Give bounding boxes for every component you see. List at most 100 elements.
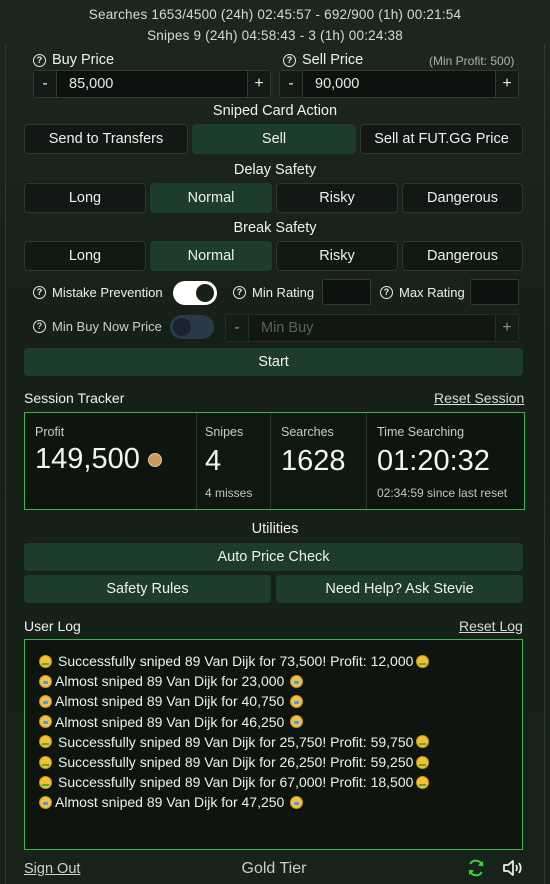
sad-face-icon [39,694,52,708]
snipes-cell: Snipes 4 4 misses [196,413,270,509]
min-rating-label: ? Min Rating [233,285,314,300]
break-long-button[interactable]: Long [24,241,146,271]
break-safety-title: Break Safety [233,220,317,236]
auto-price-check-button[interactable]: Auto Price Check [24,543,523,571]
max-rating-input[interactable] [470,279,519,305]
log-entry: Successfully sniped 89 Van Dijk for 25,7… [39,732,522,752]
money-face-icon [39,775,52,789]
help-icon[interactable]: ? [33,286,46,299]
buy-decrement-button[interactable]: - [34,71,56,97]
toggle-knob [173,318,191,336]
profit-caption: Profit [35,425,65,439]
log-entry: Successfully sniped 89 Van Dijk for 26,2… [39,752,522,772]
searches-cell: Searches 1628 [270,413,366,509]
utilities-title: Utilities [251,521,299,537]
sad-face-icon [39,795,52,809]
sell-increment-button[interactable]: + [496,71,518,97]
buy-price-stepper: - 85,000 + [33,70,271,98]
snipes-caption: Snipes [205,425,244,439]
sell-price-stepper: - 90,000 + [279,70,519,98]
money-face-icon [416,654,430,668]
sell-price-label: ? Sell Price [283,52,363,68]
sell-decrement-button[interactable]: - [280,71,302,97]
break-risky-button[interactable]: Risky [276,241,398,271]
sniper-panel: Searches 1653/4500 (24h) 02:45:57 - 692/… [0,0,550,884]
sniped-action-title: Sniped Card Action [212,103,338,119]
start-button[interactable]: Start [24,348,523,376]
delay-normal-button[interactable]: Normal [150,183,272,213]
snipes-misses: 4 misses [205,486,253,500]
sad-face-icon [39,715,52,729]
help-icon[interactable]: ? [233,286,246,299]
searches-value: 1628 [281,445,346,477]
need-help-button[interactable]: Need Help? Ask Stevie [276,575,523,603]
user-log-title: User Log [24,618,81,634]
sad-face-icon [290,694,304,708]
log-entry: Successfully sniped 89 Van Dijk for 73,5… [39,651,522,671]
reset-session-link[interactable]: Reset Session [434,390,524,406]
money-face-icon [39,755,52,769]
delay-safety-title: Delay Safety [233,162,317,178]
buy-price-label: ? Buy Price [33,52,114,68]
sad-face-icon [290,795,304,809]
money-face-icon [39,735,52,749]
searches-status: Searches 1653/4500 (24h) 02:45:57 - 692/… [88,7,462,22]
reset-log-link[interactable]: Reset Log [459,618,523,634]
log-entry: Almost sniped 89 Van Dijk for 46,250 [39,712,522,732]
session-tracker-title: Session Tracker [24,390,125,406]
log-entry: Almost sniped 89 Van Dijk for 47,250 [39,792,522,812]
time-searching-caption: Time Searching [377,425,465,439]
help-icon[interactable]: ? [283,53,296,67]
buy-price-input[interactable]: 85,000 [56,71,248,97]
footer: Sign Out Gold Tier [0,850,550,884]
time-searching-cell: Time Searching 01:20:32 02:34:59 since l… [366,413,524,509]
buy-increment-button[interactable]: + [248,71,270,97]
log-entry: Almost sniped 89 Van Dijk for 40,750 [39,691,522,711]
money-face-icon [39,654,52,668]
toggle-knob [196,284,214,302]
min-buy-increment-button[interactable]: + [496,315,518,341]
user-log-panel: Successfully sniped 89 Van Dijk for 73,5… [24,639,523,850]
profit-cell: Profit 149,500 [25,413,196,509]
help-icon[interactable]: ? [380,286,393,299]
money-face-icon [416,775,430,789]
break-dangerous-button[interactable]: Dangerous [402,241,523,271]
mistake-prevention-toggle[interactable] [173,281,217,305]
log-entry: Almost sniped 89 Van Dijk for 23,000 [39,671,522,691]
mistake-prevention-label: ? Mistake Prevention [33,285,163,300]
help-icon[interactable]: ? [33,320,46,333]
log-entry: Successfully sniped 89 Van Dijk for 67,0… [39,772,522,792]
min-rating-input[interactable] [322,279,371,305]
money-face-icon [416,735,430,749]
min-profit-note: (Min Profit: 500) [429,54,515,68]
profit-value: 149,500 [35,443,140,475]
coin-icon [147,453,162,468]
delay-dangerous-button[interactable]: Dangerous [402,183,523,213]
delay-risky-button[interactable]: Risky [276,183,398,213]
safety-rules-button[interactable]: Safety Rules [24,575,271,603]
time-searching-value: 01:20:32 [377,445,490,477]
action-sell-futgg-button[interactable]: Sell at FUT.GG Price [360,124,523,154]
min-buy-decrement-button[interactable]: - [226,315,248,341]
session-tracker-panel: Profit 149,500 Snipes 4 4 misses Searche… [24,412,525,510]
sound-icon[interactable] [502,858,524,878]
money-face-icon [416,755,430,769]
sad-face-icon [39,674,52,688]
break-normal-button[interactable]: Normal [150,241,272,271]
max-rating-label: ? Max Rating [380,285,465,300]
snipes-value: 4 [205,445,222,477]
sad-face-icon [290,674,304,688]
sell-price-input[interactable]: 90,000 [302,71,496,97]
help-icon[interactable]: ? [33,53,46,67]
action-send-to-transfers-button[interactable]: Send to Transfers [24,124,188,154]
refresh-icon[interactable] [466,858,486,878]
time-since-reset: 02:34:59 since last reset [377,486,508,500]
action-sell-button[interactable]: Sell [192,124,356,154]
snipes-status: Snipes 9 (24h) 04:58:43 - 3 (1h) 00:24:3… [147,28,403,43]
min-buy-now-label: ? Min Buy Now Price [33,319,162,334]
delay-long-button[interactable]: Long [24,183,146,213]
min-buy-input[interactable]: Min Buy [248,315,496,341]
min-buy-stepper: - Min Buy + [225,314,519,342]
min-buy-now-toggle[interactable] [170,315,214,339]
profit-value-row: 149,500 [35,443,162,476]
